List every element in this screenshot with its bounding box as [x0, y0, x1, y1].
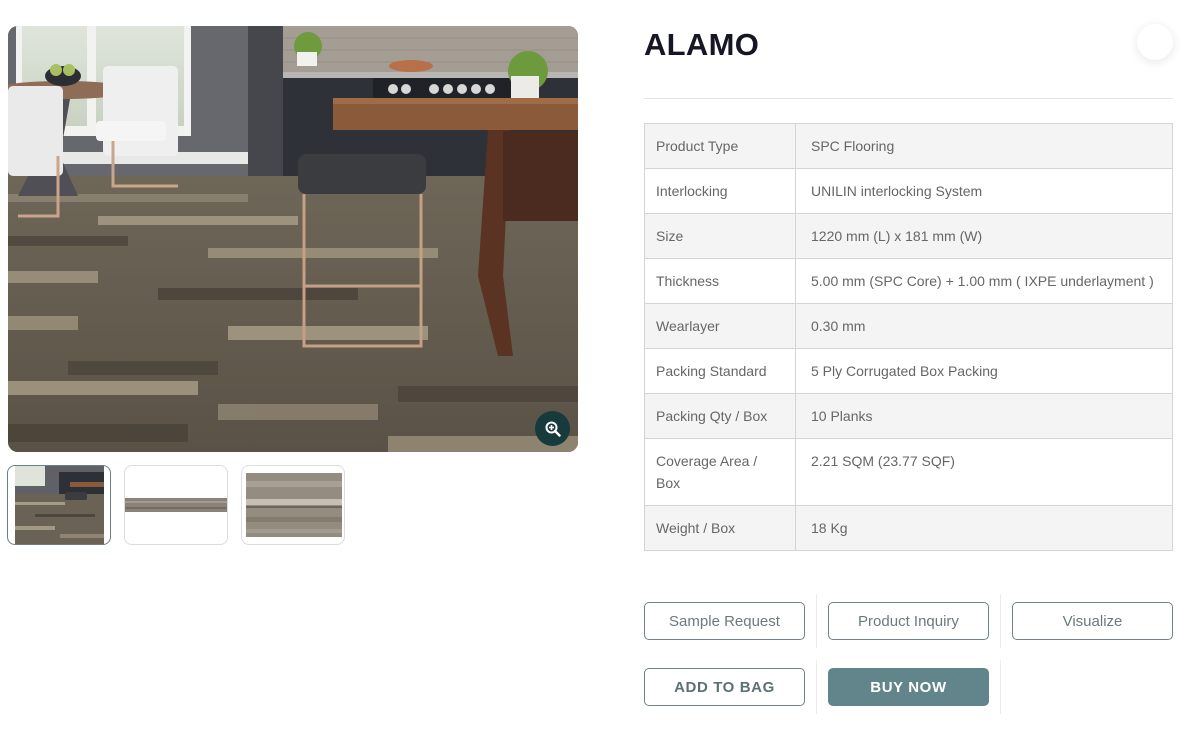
thumbnail-room-scene[interactable]	[7, 465, 111, 545]
purchase-actions-row: ADD TO BAG BUY NOW	[644, 660, 1173, 714]
spec-label: Weight / Box	[644, 505, 796, 551]
column-divider	[1000, 594, 1001, 648]
spec-row-packing-standard: Packing Standard 5 Ply Corrugated Box Pa…	[644, 348, 1173, 394]
spec-value: 2.21 SQM (23.77 SQF)	[795, 438, 1173, 506]
spec-row-size: Size 1220 mm (L) x 181 mm (W)	[644, 213, 1173, 259]
main-product-image[interactable]	[8, 26, 578, 452]
product-inquiry-button[interactable]: Product Inquiry	[828, 602, 989, 640]
product-actions: Sample Request Product Inquiry Visualize…	[644, 594, 1173, 714]
spec-row-packing-qty: Packing Qty / Box 10 Planks	[644, 393, 1173, 439]
thumbnail-image	[246, 473, 342, 537]
spec-value: SPC Flooring	[795, 123, 1173, 169]
spec-value: 1220 mm (L) x 181 mm (W)	[795, 213, 1173, 259]
spec-value: 18 Kg	[795, 505, 1173, 551]
thumbnail-image	[15, 466, 104, 544]
zoom-in-icon	[545, 421, 561, 437]
thumbnail-single-plank[interactable]	[124, 465, 228, 545]
spec-value: 0.30 mm	[795, 303, 1173, 349]
spec-value: UNILIN interlocking System	[795, 168, 1173, 214]
column-divider	[1000, 660, 1001, 714]
visualize-button[interactable]: Visualize	[1012, 602, 1173, 640]
thumbnail-strip	[7, 465, 345, 545]
spec-label: Product Type	[644, 123, 796, 169]
thumbnail-image	[125, 498, 227, 512]
spec-label: Size	[644, 213, 796, 259]
sample-request-button[interactable]: Sample Request	[644, 602, 805, 640]
spec-label: Wearlayer	[644, 303, 796, 349]
column-divider	[816, 660, 817, 714]
spec-value: 5.00 mm (SPC Core) + 1.00 mm ( IXPE unde…	[795, 258, 1173, 304]
thumbnail-plank-texture[interactable]	[241, 465, 345, 545]
zoom-image-button[interactable]	[535, 411, 570, 446]
spec-row-product-type: Product Type SPC Flooring	[644, 123, 1173, 169]
spec-label: Interlocking	[644, 168, 796, 214]
room-scene-image	[8, 26, 578, 452]
column-divider	[816, 594, 817, 648]
spec-label: Coverage Area / Box	[644, 438, 796, 506]
spec-row-thickness: Thickness 5.00 mm (SPC Core) + 1.00 mm (…	[644, 258, 1173, 304]
secondary-actions-row: Sample Request Product Inquiry Visualize	[644, 594, 1173, 648]
spec-value: 10 Planks	[795, 393, 1173, 439]
spec-row-coverage-area: Coverage Area / Box 2.21 SQM (23.77 SQF)	[644, 438, 1173, 506]
spec-label: Thickness	[644, 258, 796, 304]
product-title: ALAMO	[644, 27, 760, 62]
spec-row-wearlayer: Wearlayer 0.30 mm	[644, 303, 1173, 349]
add-to-bag-button[interactable]: ADD TO BAG	[644, 668, 805, 706]
spec-row-weight: Weight / Box 18 Kg	[644, 505, 1173, 551]
specifications-table: Product Type SPC Flooring Interlocking U…	[644, 123, 1173, 551]
spec-value: 5 Ply Corrugated Box Packing	[795, 348, 1173, 394]
spec-label: Packing Standard	[644, 348, 796, 394]
title-divider	[644, 98, 1173, 99]
spec-row-interlocking: Interlocking UNILIN interlocking System	[644, 168, 1173, 214]
buy-now-button[interactable]: BUY NOW	[828, 668, 989, 706]
spec-label: Packing Qty / Box	[644, 393, 796, 439]
wishlist-button[interactable]	[1137, 24, 1173, 60]
